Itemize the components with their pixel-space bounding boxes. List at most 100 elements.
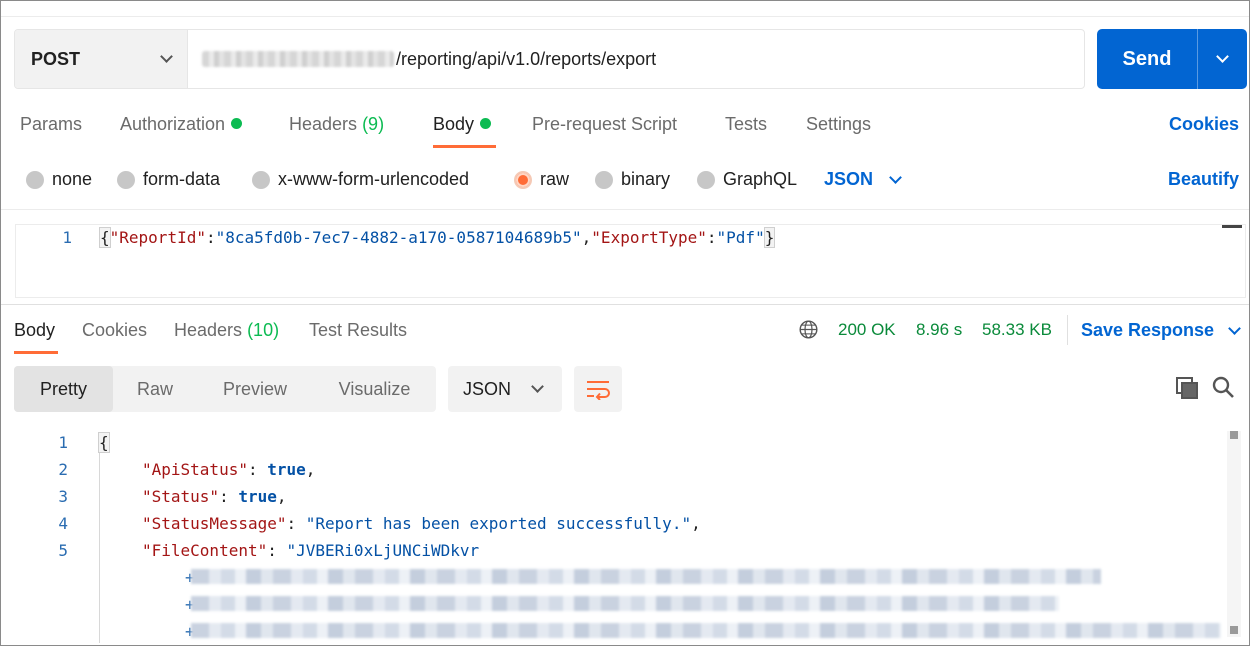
response-format-select[interactable]: JSON [448,366,562,412]
tab-settings[interactable]: Settings [806,114,871,135]
search-icon[interactable] [1211,375,1235,399]
globe-icon[interactable] [798,319,819,340]
radio-form-data-label: form-data [143,169,221,189]
method-select[interactable]: POST [15,30,188,88]
code-key: "ApiStatus" [142,460,248,479]
wrap-lines-icon [587,381,610,400]
tab-headers[interactable]: Headers (9) [289,114,384,135]
tab-body[interactable]: Body [433,114,492,135]
radio-none-label: none [52,169,93,189]
radio-urlencoded[interactable]: x-www-form-urlencoded [252,169,469,190]
scrollbar-handle[interactable] [1222,225,1242,228]
response-body-editor[interactable]: 1 2 3 4 5 { "ApiStatus": true, "Status":… [1,429,1249,645]
tab-body-label: Body [433,114,475,134]
beautify-button[interactable]: Beautify [1168,169,1239,190]
code-key: "Status" [142,487,220,506]
response-code-line: "StatusMessage": "Report has been export… [142,514,701,533]
request-code-area[interactable]: 1 {"ReportId":"8ca5fd0b-7ec7-4882-a170-0… [15,224,1246,298]
chevron-down-icon [531,380,544,393]
code-bool: true [267,460,306,479]
tab-headers-label: Headers [289,114,358,134]
code-punct: , [581,228,592,247]
radio-selected-icon [514,170,532,189]
view-raw[interactable]: Raw [113,366,197,412]
save-response-button[interactable]: Save Response [1081,320,1241,341]
send-button[interactable]: Send [1097,29,1247,89]
line-number: 4 [58,514,68,533]
response-code-line: "ApiStatus": true, [142,460,316,479]
code-punct: : [205,228,216,247]
tab-tests[interactable]: Tests [725,114,767,135]
cookies-link[interactable]: Cookies [1169,114,1239,135]
send-label: Send [1097,29,1198,89]
radio-form-data[interactable]: form-data [117,169,220,190]
tab-authorization[interactable]: Authorization [120,114,243,135]
radio-raw-label: raw [540,169,570,189]
line-number: 1 [58,433,68,452]
code-key: "ReportId" [109,228,206,247]
view-visualize[interactable]: Visualize [313,366,436,412]
view-pretty[interactable]: Pretty [14,366,113,412]
tab-response-body[interactable]: Body [14,320,55,341]
copy-icon[interactable] [1175,376,1199,400]
code-string: "Report has been exported successfully." [305,514,692,533]
chevron-down-icon [1216,50,1229,63]
chevron-down-icon [889,170,902,184]
radio-binary-label: binary [621,169,671,189]
postman-window: POST /reporting/api/v1.0/reports/export … [0,0,1250,646]
tab-params[interactable]: Params [20,114,82,135]
line-number: 2 [58,460,68,479]
top-strip [1,1,1249,17]
wrap-lines-button[interactable] [574,366,622,412]
scroll-down-arrow[interactable] [1230,626,1238,634]
active-tab-indicator [433,145,496,148]
scroll-up-arrow[interactable] [1230,431,1238,439]
response-time[interactable]: 8.96 s [916,320,962,340]
code-string: "Pdf" [716,228,765,247]
radio-raw[interactable]: raw [514,169,569,190]
body-type-selector: none form-data x-www-form-urlencoded raw… [1,163,1249,197]
send-options-button[interactable] [1198,29,1247,89]
request-bar: POST /reporting/api/v1.0/reports/export [14,29,1085,89]
response-code-line: "Status": true, [142,487,287,506]
radio-urlencoded-label: x-www-form-urlencoded [278,169,470,189]
redacted-content [191,569,1101,584]
radio-none[interactable]: none [26,169,92,190]
code-brace: } [763,227,776,248]
radio-graphql-label: GraphQL [723,169,798,189]
request-body-editor: 1 {"ReportId":"8ca5fd0b-7ec7-4882-a170-0… [1,209,1249,305]
response-size[interactable]: 58.33 KB [982,320,1052,340]
chevron-down-icon [1228,321,1241,335]
code-key: "FileContent" [142,541,268,560]
response-format-label: JSON [463,378,512,399]
code-string: "8ca5fd0b-7ec7-4882-a170-0587104689b5" [215,228,582,247]
code-key: "ExportType" [591,228,707,247]
code-bool: true [238,487,277,506]
status-code[interactable]: 200 OK [838,320,896,340]
tab-test-results[interactable]: Test Results [309,320,407,341]
radio-graphql[interactable]: GraphQL [697,169,797,190]
code-key: "StatusMessage" [142,514,287,533]
active-tab-indicator [14,351,58,354]
view-preview[interactable]: Preview [197,366,313,412]
tab-authorization-label: Authorization [120,114,226,134]
headers-count: (9) [362,114,385,134]
redacted-host [202,51,394,67]
vertical-scrollbar[interactable] [1227,431,1241,637]
response-headers-count: (10) [247,320,280,340]
radio-circle-icon [117,170,135,189]
response-code-line: { [98,432,110,453]
radio-circle-icon [252,170,270,189]
method-label: POST [31,48,81,69]
url-input[interactable]: /reporting/api/v1.0/reports/export [188,30,1084,88]
code-string: "JVBERi0xLjUNCiWDkvr [286,541,480,560]
url-path: /reporting/api/v1.0/reports/export [396,48,657,69]
radio-binary[interactable]: binary [595,169,670,190]
redacted-content [191,623,1221,638]
tab-response-cookies[interactable]: Cookies [82,320,147,341]
body-format-select[interactable]: JSON [824,169,902,190]
tab-response-headers[interactable]: Headers (10) [174,320,279,341]
status-dot-icon [231,118,243,129]
tab-pre-request-script[interactable]: Pre-request Script [532,114,677,135]
code-brace: { [99,227,111,248]
